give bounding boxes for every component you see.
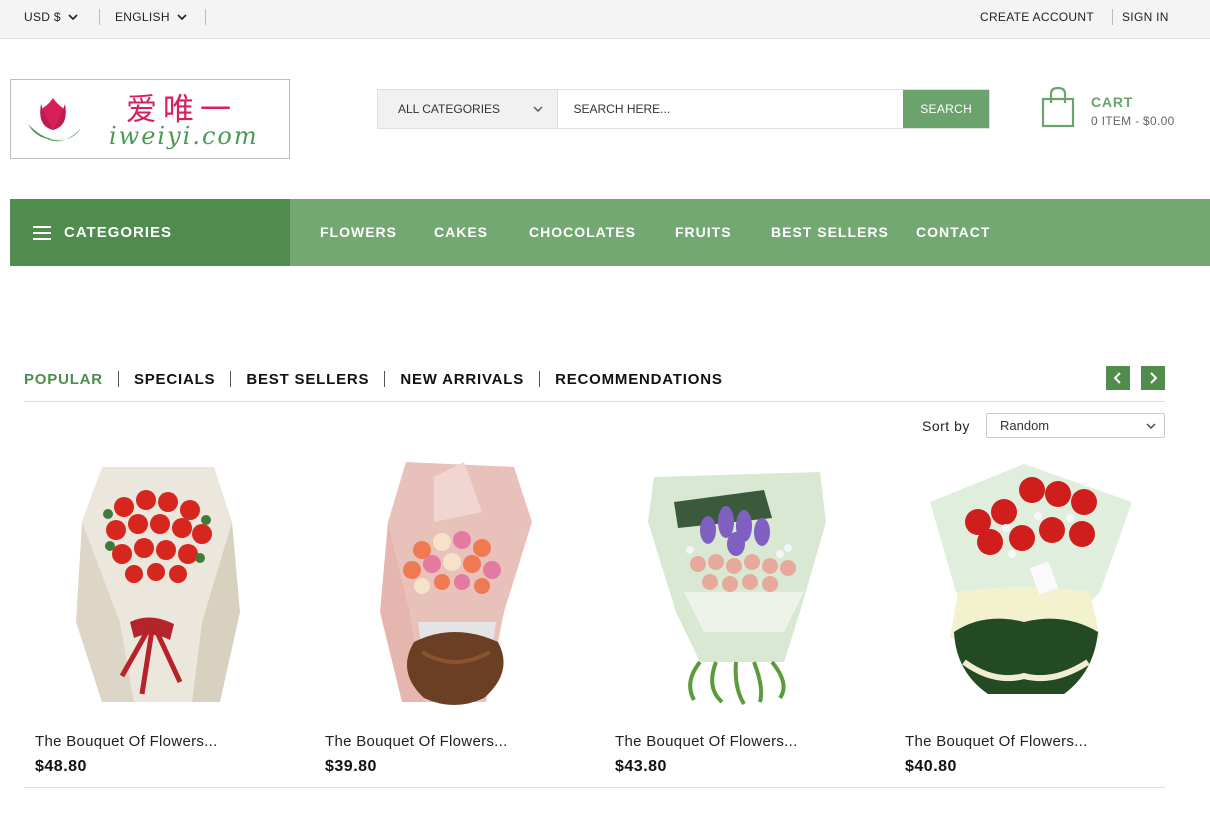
sort-value: Random <box>1000 418 1050 433</box>
product-card[interactable]: The Bouquet Of Flowers... $39.80 <box>314 462 574 782</box>
chevron-left-icon <box>1113 372 1121 384</box>
currency-label: USD $ <box>24 10 61 24</box>
nav-item-best-sellers[interactable]: BEST SELLERS <box>771 199 889 266</box>
divider <box>1112 9 1113 25</box>
nav-item-chocolates[interactable]: CHOCOLATES <box>529 199 636 266</box>
prev-button[interactable] <box>1106 366 1130 390</box>
category-dropdown-label: ALL CATEGORIES <box>398 102 501 116</box>
category-dropdown[interactable]: ALL CATEGORIES <box>378 90 559 128</box>
product-card[interactable]: The Bouquet Of Flowers... $48.80 <box>24 462 284 782</box>
cart-summary: 0 ITEM - $0.00 <box>1091 114 1175 128</box>
divider <box>539 371 541 387</box>
categories-menu-button[interactable]: CATEGORIES <box>10 199 290 266</box>
site-logo[interactable]: 爱唯一 iweiyi.com <box>10 79 290 159</box>
tab-new-arrivals[interactable]: NEW ARRIVALS <box>400 371 524 388</box>
product-price: $48.80 <box>35 758 87 775</box>
shopping-bag-icon[interactable] <box>1040 86 1076 128</box>
lotus-flower-icon <box>28 98 81 142</box>
product-image[interactable] <box>24 462 284 712</box>
sort-label: Sort by <box>922 418 970 434</box>
hamburger-menu-icon <box>33 225 51 240</box>
nav-item-cakes[interactable]: CAKES <box>434 199 488 266</box>
cart-title[interactable]: CART <box>1091 94 1133 110</box>
tab-specials[interactable]: SPECIALS <box>134 371 215 388</box>
product-name[interactable]: The Bouquet Of Flowers... <box>325 733 508 750</box>
product-image[interactable] <box>894 462 1154 712</box>
search-input[interactable] <box>558 90 904 128</box>
chevron-down-icon <box>533 106 543 112</box>
product-price: $39.80 <box>325 758 377 775</box>
language-selector[interactable]: ENGLISH <box>115 0 187 34</box>
divider <box>117 371 119 387</box>
divider <box>384 371 386 387</box>
product-image[interactable] <box>604 462 864 712</box>
create-account-link[interactable]: CREATE ACCOUNT <box>980 0 1094 34</box>
nav-item-flowers[interactable]: FLOWERS <box>320 199 397 266</box>
product-name[interactable]: The Bouquet Of Flowers... <box>905 733 1088 750</box>
search-bar: ALL CATEGORIES SEARCH <box>377 89 990 129</box>
sort-dropdown[interactable]: Random <box>986 413 1165 438</box>
product-card[interactable]: The Bouquet Of Flowers... $43.80 <box>604 462 864 782</box>
chevron-down-icon <box>177 14 187 21</box>
sign-in-link[interactable]: SIGN IN <box>1122 0 1169 34</box>
next-button[interactable] <box>1141 366 1165 390</box>
tab-popular[interactable]: POPULAR <box>24 371 103 388</box>
nav-item-contact[interactable]: CONTACT <box>916 199 990 266</box>
categories-label: CATEGORIES <box>64 224 173 241</box>
language-label: ENGLISH <box>115 10 170 24</box>
divider <box>24 401 1165 402</box>
product-name[interactable]: The Bouquet Of Flowers... <box>35 733 218 750</box>
currency-selector[interactable]: USD $ <box>24 0 78 34</box>
top-bar: USD $ ENGLISH CREATE ACCOUNT SIGN IN <box>0 0 1210 39</box>
product-name[interactable]: The Bouquet Of Flowers... <box>615 733 798 750</box>
nav-item-fruits[interactable]: FRUITS <box>675 199 732 266</box>
search-button[interactable]: SEARCH <box>903 90 989 128</box>
tab-best-sellers[interactable]: BEST SELLERS <box>246 371 369 388</box>
divider <box>24 787 1165 788</box>
chevron-right-icon <box>1150 372 1158 384</box>
product-tabs: POPULAR SPECIALS BEST SELLERS NEW ARRIVA… <box>24 368 723 390</box>
product-card[interactable]: The Bouquet Of Flowers... $40.80 <box>894 462 1154 782</box>
product-price: $40.80 <box>905 758 957 775</box>
chevron-down-icon <box>68 14 78 21</box>
product-price: $43.80 <box>615 758 667 775</box>
product-image[interactable] <box>314 462 574 712</box>
logo-domain-text: iweiyi.com <box>109 122 259 150</box>
divider <box>99 9 100 25</box>
divider <box>205 9 206 25</box>
chevron-down-icon <box>1146 423 1156 429</box>
tab-recommendations[interactable]: RECOMMENDATIONS <box>555 371 723 388</box>
main-navigation: CATEGORIES FLOWERS CAKES CHOCOLATES FRUI… <box>10 199 1210 266</box>
divider <box>230 371 232 387</box>
